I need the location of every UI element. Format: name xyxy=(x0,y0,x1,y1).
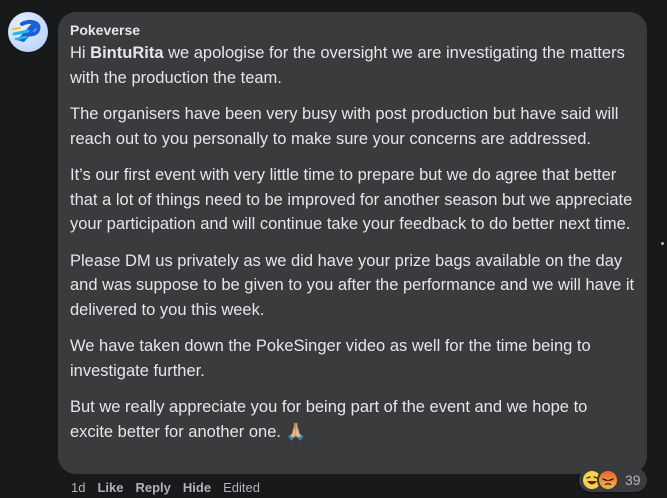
pokeverse-logo-icon xyxy=(12,20,41,42)
edited-label[interactable]: Edited xyxy=(223,480,260,495)
comment-paragraph: Hi BintuRita we apologise for the oversi… xyxy=(70,41,635,90)
reaction-count: 39 xyxy=(625,472,641,488)
comment-author[interactable]: Pokeverse xyxy=(70,21,140,39)
last-paragraph-text: But we really appreciate you for being p… xyxy=(70,398,588,441)
hide-button[interactable]: Hide xyxy=(183,480,211,495)
comment-paragraph: It’s our first event with very little ti… xyxy=(70,166,633,233)
avatar[interactable] xyxy=(8,12,48,52)
comment-timestamp[interactable]: 1d xyxy=(71,480,85,495)
reply-button[interactable]: Reply xyxy=(135,480,170,495)
comment-paragraph: We have taken down the PokeSinger video … xyxy=(70,337,591,380)
comment-paragraph: Please DM us privately as we did have yo… xyxy=(70,251,635,319)
reactions-summary[interactable]: 39 xyxy=(579,468,647,492)
angry-icon xyxy=(597,469,619,491)
comment-paragraph: The organisers have been very busy with … xyxy=(70,105,619,148)
comment-bubble: Pokeverse Hi BintuRita we apologise for … xyxy=(58,12,647,474)
folded-hands-emoji: 🙏🏼 xyxy=(285,422,307,441)
comment-actions: 1d Like Reply Hide Edited xyxy=(71,480,272,495)
mention-link[interactable]: BintuRita xyxy=(90,44,163,62)
scroll-indicator xyxy=(661,242,664,245)
like-button[interactable]: Like xyxy=(97,480,123,495)
comment-thread: Pokeverse Hi BintuRita we apologise for … xyxy=(0,0,667,498)
comment-paragraph: But we really appreciate you for being p… xyxy=(70,395,635,444)
greeting-prefix: Hi xyxy=(70,44,91,62)
